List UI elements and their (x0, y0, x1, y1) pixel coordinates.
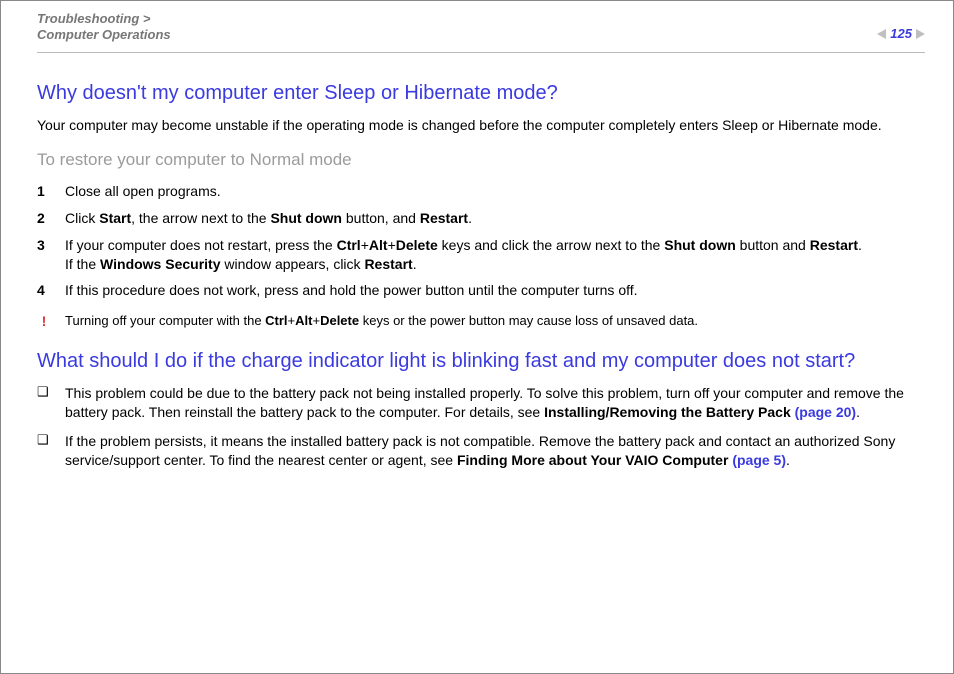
bold-text: Alt (295, 313, 312, 328)
step-number: 2 (37, 209, 51, 228)
text: . (856, 404, 860, 420)
text: , the arrow next to the (131, 210, 270, 226)
step-list: 1 Close all open programs. 2 Click Start… (37, 182, 925, 300)
text: window appears, click (220, 256, 364, 272)
page-link[interactable]: (page 5) (732, 452, 786, 468)
step-number: 3 (37, 236, 51, 274)
list-item: ❑ If the problem persists, it means the … (37, 432, 925, 470)
text: Turning off your computer with the (65, 313, 265, 328)
text: . (858, 237, 862, 253)
text: + (288, 313, 296, 328)
text: button and (736, 237, 810, 253)
bullet-body: This problem could be due to the battery… (65, 384, 925, 422)
section1-intro: Your computer may become unstable if the… (37, 116, 925, 135)
bold-text: Delete (396, 237, 438, 253)
bold-text: Alt (369, 237, 388, 253)
text: . (468, 210, 472, 226)
bullet-body: If the problem persists, it means the in… (65, 432, 925, 470)
text: keys and click the arrow next to the (438, 237, 664, 253)
page-header: Troubleshooting > Computer Operations 12… (37, 11, 925, 53)
bold-text: Restart (810, 237, 858, 253)
text: + (361, 237, 369, 253)
bold-text: Delete (320, 313, 359, 328)
breadcrumb-line2: Computer Operations (37, 27, 171, 42)
bold-text: Shut down (270, 210, 342, 226)
step-number: 4 (37, 281, 51, 300)
text: If the (65, 256, 100, 272)
bold-text: Start (99, 210, 131, 226)
bullet-marker-icon: ❑ (37, 432, 51, 470)
bold-text: Windows Security (100, 256, 220, 272)
next-page-icon[interactable] (916, 29, 925, 39)
step-item: 2 Click Start, the arrow next to the Shu… (37, 209, 925, 228)
bold-text: Ctrl (337, 237, 361, 253)
bold-text: Restart (420, 210, 468, 226)
text: . (413, 256, 417, 272)
text: If your computer does not restart, press… (65, 237, 337, 253)
section2-heading: What should I do if the charge indicator… (37, 349, 925, 374)
document-page: Troubleshooting > Computer Operations 12… (1, 1, 953, 500)
step-item: 1 Close all open programs. (37, 182, 925, 201)
bold-text: Ctrl (265, 313, 287, 328)
prev-page-icon[interactable] (877, 29, 886, 39)
step-item: 3 If your computer does not restart, pre… (37, 236, 925, 274)
list-item: ❑ This problem could be due to the batte… (37, 384, 925, 422)
text: . (786, 452, 790, 468)
text: button, and (342, 210, 420, 226)
warning-icon: ! (37, 312, 51, 331)
bold-text: Installing/Removing the Battery Pack (544, 404, 795, 420)
pager: 125 (877, 11, 925, 43)
step-body: If this procedure does not work, press a… (65, 281, 925, 300)
page-number: 125 (890, 25, 912, 43)
text: + (312, 313, 320, 328)
step-item: 4 If this procedure does not work, press… (37, 281, 925, 300)
text: keys or the power button may cause loss … (359, 313, 698, 328)
bullet-list: ❑ This problem could be due to the batte… (37, 384, 925, 470)
bullet-marker-icon: ❑ (37, 384, 51, 422)
warning-note: ! Turning off your computer with the Ctr… (37, 312, 925, 331)
bold-text: Restart (364, 256, 412, 272)
bold-text: Finding More about Your VAIO Computer (457, 452, 732, 468)
step-body: Click Start, the arrow next to the Shut … (65, 209, 925, 228)
step-body: If your computer does not restart, press… (65, 236, 925, 274)
page-link[interactable]: (page 20) (795, 404, 856, 420)
text: Click (65, 210, 99, 226)
text: + (388, 237, 396, 253)
step-body: Close all open programs. (65, 182, 925, 201)
breadcrumb: Troubleshooting > Computer Operations (37, 11, 171, 44)
warning-text: Turning off your computer with the Ctrl+… (65, 312, 925, 331)
breadcrumb-line1: Troubleshooting > (37, 11, 151, 26)
section1-heading: Why doesn't my computer enter Sleep or H… (37, 81, 925, 106)
bold-text: Shut down (664, 237, 736, 253)
section1-subheading: To restore your computer to Normal mode (37, 149, 925, 172)
step-number: 1 (37, 182, 51, 201)
